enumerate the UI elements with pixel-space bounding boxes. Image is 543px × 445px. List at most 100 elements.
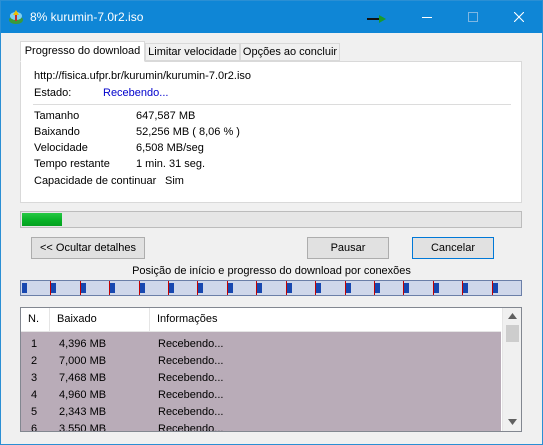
connection-segment (81, 283, 86, 293)
connection-segment (140, 283, 145, 293)
column-header-number[interactable]: N. (21, 308, 50, 331)
connection-segment (169, 283, 174, 293)
details-divider (33, 104, 511, 105)
download-arrow-icon (367, 14, 387, 24)
connection-segment (287, 283, 292, 293)
download-progress-bar (20, 211, 522, 228)
table-row[interactable]: 4 4,960 MB Recebendo... (21, 387, 501, 404)
connection-segment (228, 283, 233, 293)
row-downloaded: 7,000 MB (59, 355, 107, 367)
table-row[interactable]: 3 7,468 MB Recebendo... (21, 370, 501, 387)
table-row[interactable]: 5 2,343 MB Recebendo... (21, 404, 501, 421)
connections-list: N. Baixado Informações 1 4,396 MB Recebe… (20, 307, 522, 432)
table-row[interactable]: 1 4,396 MB Recebendo... (21, 336, 501, 353)
connection-start-tick (403, 281, 404, 295)
window-title: 8% kurumin-7.0r2.iso (30, 10, 144, 24)
connection-start-tick (197, 281, 198, 295)
connection-segment (22, 283, 27, 293)
connection-segment (346, 283, 351, 293)
connection-segment (463, 283, 468, 293)
speed-label: Velocidade (34, 142, 88, 154)
connection-start-tick (168, 281, 169, 295)
resume-value: Sim (165, 175, 184, 187)
connection-start-tick (345, 281, 346, 295)
row-downloaded: 7,468 MB (59, 372, 107, 384)
downloaded-label: Baixando (34, 126, 80, 138)
connection-segment (434, 283, 439, 293)
row-number: 6 (31, 423, 38, 432)
connection-segment (51, 283, 56, 293)
close-button[interactable] (496, 1, 542, 32)
cancel-button[interactable]: Cancelar (412, 237, 494, 259)
connection-start-tick (315, 281, 316, 295)
connections-label: Posição de início e progresso do downloa… (132, 265, 411, 277)
row-info: Recebendo... (158, 389, 224, 401)
connection-segment (198, 283, 203, 293)
remaining-label: Tempo restante (34, 158, 110, 170)
tab-download-progress[interactable]: Progresso do download (20, 41, 145, 62)
maximize-button[interactable] (450, 1, 496, 32)
connection-start-tick (139, 281, 140, 295)
row-number: 4 (31, 389, 38, 401)
connection-segment (375, 283, 380, 293)
row-downloaded: 4,960 MB (59, 389, 107, 401)
status-value: Recebendo... (103, 87, 169, 99)
row-info: Recebendo... (158, 355, 224, 367)
pause-button[interactable]: Pausar (307, 237, 389, 259)
table-row[interactable]: 2 7,000 MB Recebendo... (21, 353, 501, 370)
row-downloaded: 3,550 MB (59, 423, 107, 432)
tab-speed-limit[interactable]: Limitar velocidade (145, 43, 240, 61)
speed-value: 6,508 MB/seg (136, 142, 204, 154)
row-info: Recebendo... (158, 406, 224, 418)
download-url: http://fisica.ufpr.br/kurumin/kurumin-7.… (34, 70, 252, 82)
list-scrollbar[interactable] (502, 308, 521, 431)
tab-on-complete[interactable]: Opções ao concluir (240, 43, 340, 61)
download-details-panel: http://fisica.ufpr.br/kurumin/kurumin-7.… (20, 61, 522, 203)
list-body: 1 4,396 MB Recebendo... 2 7,000 MB Receb… (21, 332, 501, 431)
row-number: 1 (31, 338, 38, 350)
connection-start-tick (227, 281, 228, 295)
connection-segment (316, 283, 321, 293)
minimize-button[interactable] (404, 1, 450, 32)
row-number: 2 (31, 355, 38, 367)
scroll-up-icon[interactable] (508, 313, 517, 319)
column-header-downloaded[interactable]: Baixado (50, 308, 150, 331)
hide-details-button[interactable]: << Ocultar detalhes (31, 237, 145, 259)
connection-start-tick (109, 281, 110, 295)
row-downloaded: 4,396 MB (59, 338, 107, 350)
row-number: 5 (31, 406, 38, 418)
resume-label: Capacidade de continuar (34, 175, 157, 187)
scroll-thumb[interactable] (506, 325, 519, 342)
size-value: 647,587 MB (136, 110, 196, 122)
connection-start-tick (286, 281, 287, 295)
row-downloaded: 2,343 MB (59, 406, 107, 418)
download-progress-fill (22, 213, 62, 226)
row-info: Recebendo... (158, 423, 224, 432)
download-window: 8% kurumin-7.0r2.iso Progresso do downlo… (0, 0, 543, 445)
connection-start-tick (256, 281, 257, 295)
close-icon (514, 12, 524, 22)
connection-start-tick (50, 281, 51, 295)
column-header-info[interactable]: Informações (150, 308, 501, 331)
size-label: Tamanho (34, 110, 80, 122)
status-label: Estado: (34, 87, 72, 99)
row-number: 3 (31, 372, 38, 384)
connection-start-tick (374, 281, 375, 295)
scroll-down-icon[interactable] (508, 419, 517, 425)
row-info: Recebendo... (158, 372, 224, 384)
table-row[interactable]: 6 3,550 MB Recebendo... (21, 421, 501, 432)
connection-start-tick (462, 281, 463, 295)
connection-segment (257, 283, 262, 293)
connection-segment (404, 283, 409, 293)
connections-progress-bar (20, 280, 522, 296)
idm-app-icon (8, 9, 24, 25)
maximize-icon (468, 12, 478, 22)
minimize-icon (422, 17, 432, 18)
downloaded-value: 52,256 MB ( 8,06 % ) (136, 126, 240, 138)
title-bar[interactable]: 8% kurumin-7.0r2.iso (1, 1, 542, 33)
connection-segment (110, 283, 115, 293)
remaining-value: 1 min. 31 seg. (136, 158, 206, 170)
list-header: N. Baixado Informações (21, 308, 501, 332)
connection-segment (493, 283, 498, 293)
connection-start-tick (80, 281, 81, 295)
